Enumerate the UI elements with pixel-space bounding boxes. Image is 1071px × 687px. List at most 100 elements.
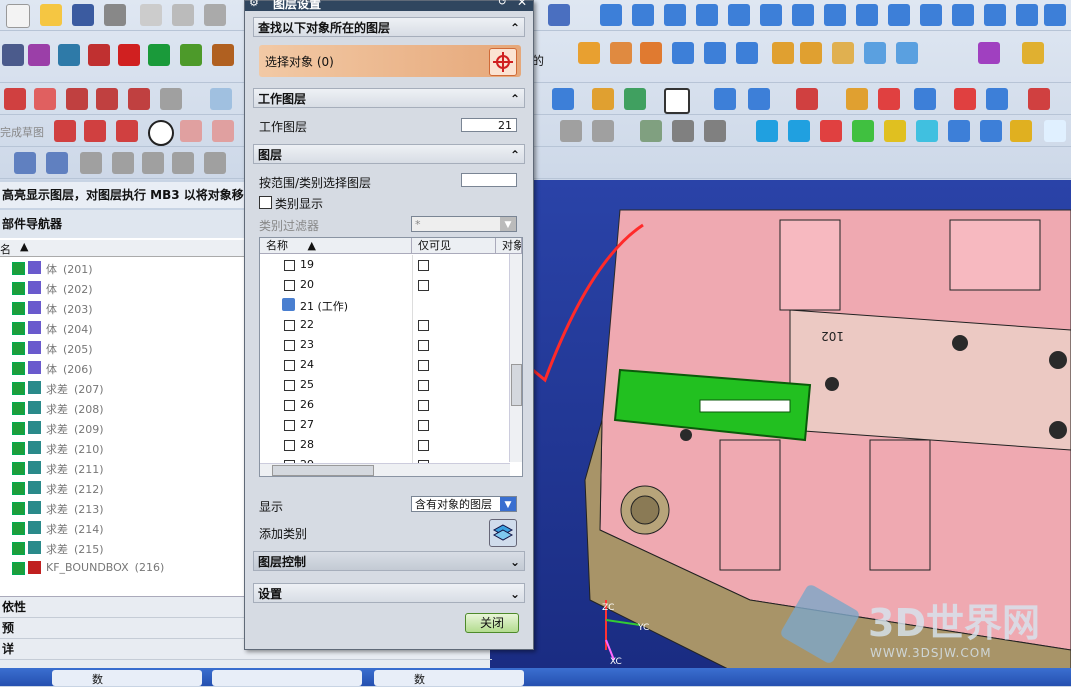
navigator-row[interactable]: 体 (202) xyxy=(0,278,244,298)
close-icon[interactable]: ✕ xyxy=(517,0,527,9)
extrude-icon[interactable] xyxy=(578,42,600,64)
visible-only-checkbox[interactable] xyxy=(418,320,429,331)
visibility-checkbox[interactable] xyxy=(12,402,25,415)
move-object-icon[interactable] xyxy=(704,120,726,142)
navigator-row[interactable]: 求差 (211) xyxy=(0,458,244,478)
display-select[interactable]: 含有对象的图层 ▼ xyxy=(411,496,517,512)
color-icon[interactable] xyxy=(664,88,690,114)
draft-icon[interactable] xyxy=(864,42,886,64)
move-icon[interactable] xyxy=(978,42,1000,64)
navigator-row[interactable]: 求差 (212) xyxy=(0,478,244,498)
fillet-sketch-icon[interactable] xyxy=(160,88,182,110)
unite-icon[interactable] xyxy=(704,42,726,64)
layer-row[interactable]: 28 xyxy=(260,435,510,455)
arc3-icon[interactable] xyxy=(116,120,138,142)
taskbar-item-2[interactable] xyxy=(212,670,362,686)
assembly-icon[interactable] xyxy=(28,44,50,66)
shape-icon[interactable] xyxy=(34,88,56,110)
navigator-row[interactable]: 求差 (208) xyxy=(0,398,244,418)
navigator-row[interactable]: 求差 (213) xyxy=(0,498,244,518)
layer-row[interactable]: 21 (工作) xyxy=(260,295,510,315)
body-icon[interactable] xyxy=(1044,120,1066,142)
chamfer-icon[interactable] xyxy=(212,120,234,142)
hole-icon[interactable] xyxy=(640,42,662,64)
gear-icon[interactable]: ⚙ xyxy=(249,0,259,9)
snap-center-icon[interactable] xyxy=(914,88,936,110)
up-arrow-icon[interactable] xyxy=(756,120,778,142)
vertical-scrollbar[interactable] xyxy=(509,254,522,462)
snap-intersect-icon[interactable] xyxy=(986,88,1008,110)
pad-icon[interactable] xyxy=(772,42,794,64)
object-column-header[interactable]: 对象 xyxy=(496,238,522,254)
chevron-up-icon[interactable]: ⌃ xyxy=(510,89,520,109)
navigator-row[interactable]: 体 (201) xyxy=(0,258,244,278)
view-wire-icon[interactable] xyxy=(1044,4,1066,26)
visibility-checkbox[interactable] xyxy=(12,482,25,495)
visibility-checkbox[interactable] xyxy=(12,462,25,475)
visibility-checkbox[interactable] xyxy=(12,342,25,355)
view-fit-icon[interactable] xyxy=(856,4,878,26)
wcs-icon[interactable] xyxy=(748,88,770,110)
view-shade-icon[interactable] xyxy=(1016,4,1038,26)
view-front-icon[interactable] xyxy=(600,4,622,26)
visibility-checkbox[interactable] xyxy=(12,502,25,515)
sort-up-icon[interactable]: ▲ xyxy=(308,239,316,252)
cut-icon[interactable] xyxy=(140,4,162,26)
abs-coord-icon[interactable] xyxy=(948,120,970,142)
extend-icon[interactable] xyxy=(96,88,118,110)
finish-sketch-label[interactable]: 完成草图 xyxy=(0,124,44,140)
highlight-icon[interactable] xyxy=(916,120,938,142)
chevron-down-icon[interactable]: ⌄ xyxy=(510,552,520,572)
layer-row[interactable]: 19 xyxy=(260,255,510,275)
layer-selectable-checkbox[interactable] xyxy=(284,380,295,391)
layer-row[interactable]: 26 xyxy=(260,395,510,415)
dialog-titlebar[interactable]: 图层设置 ⚙ ↺ ✕ xyxy=(245,0,533,11)
navigator-row[interactable]: 求差 (210) xyxy=(0,438,244,458)
view-left-icon[interactable] xyxy=(760,4,782,26)
visible-only-checkbox[interactable] xyxy=(418,440,429,451)
visibility-checkbox[interactable] xyxy=(12,422,25,435)
range-select-input[interactable] xyxy=(461,173,517,187)
view-back-icon[interactable] xyxy=(696,4,718,26)
pattern-icon[interactable] xyxy=(800,42,822,64)
chevron-down-icon[interactable]: ▼ xyxy=(500,497,516,511)
add-category-button[interactable] xyxy=(489,519,517,547)
circle-icon[interactable] xyxy=(148,120,174,146)
view-trimetric-icon[interactable] xyxy=(824,4,846,26)
snap-end-icon[interactable] xyxy=(846,88,868,110)
visibility-checkbox[interactable] xyxy=(12,542,25,555)
navigator-header[interactable]: 名 ▲ xyxy=(0,240,244,257)
layer-selectable-checkbox[interactable] xyxy=(284,360,295,371)
transparency-icon[interactable] xyxy=(852,120,874,142)
visible-only-checkbox[interactable] xyxy=(418,360,429,371)
snap-mid-icon[interactable] xyxy=(878,88,900,110)
revolve-icon[interactable] xyxy=(610,42,632,64)
layer-row[interactable]: 27 xyxy=(260,415,510,435)
chevron-up-icon[interactable]: ⌃ xyxy=(510,145,520,165)
electrode-icon[interactable] xyxy=(88,44,110,66)
down-arrow-icon[interactable] xyxy=(788,120,810,142)
dim-center-icon[interactable] xyxy=(204,152,226,174)
navigator-row[interactable]: 体 (204) xyxy=(0,318,244,338)
select-filter-icon[interactable] xyxy=(672,120,694,142)
layer-row[interactable]: 20 xyxy=(260,275,510,295)
select-object-bar[interactable]: 选择对象 (0) xyxy=(259,45,521,77)
visibility-checkbox[interactable] xyxy=(12,362,25,375)
visible-only-checkbox[interactable] xyxy=(418,340,429,351)
face-color-icon[interactable] xyxy=(884,120,906,142)
taskbar-item-3[interactable]: 数 xyxy=(374,670,524,686)
navigator-row[interactable]: 体 (203) xyxy=(0,298,244,318)
subtract-icon[interactable] xyxy=(736,42,758,64)
layer-visible-icon[interactable] xyxy=(624,88,646,110)
visibility-checkbox[interactable] xyxy=(12,562,25,575)
close-button[interactable]: 关闭 xyxy=(465,613,519,633)
find-section-header[interactable]: 查找以下对象所在的图层 ⌃ xyxy=(253,17,525,37)
layer-selectable-checkbox[interactable] xyxy=(284,320,295,331)
navigator-row[interactable]: 求差 (207) xyxy=(0,378,244,398)
category-display-checkbox[interactable] xyxy=(259,196,272,209)
feature-icon[interactable] xyxy=(2,44,24,66)
paint-icon[interactable] xyxy=(592,88,614,110)
show-icon[interactable] xyxy=(592,120,614,142)
solid-icon[interactable] xyxy=(552,88,574,110)
view-top-icon[interactable] xyxy=(632,4,654,26)
